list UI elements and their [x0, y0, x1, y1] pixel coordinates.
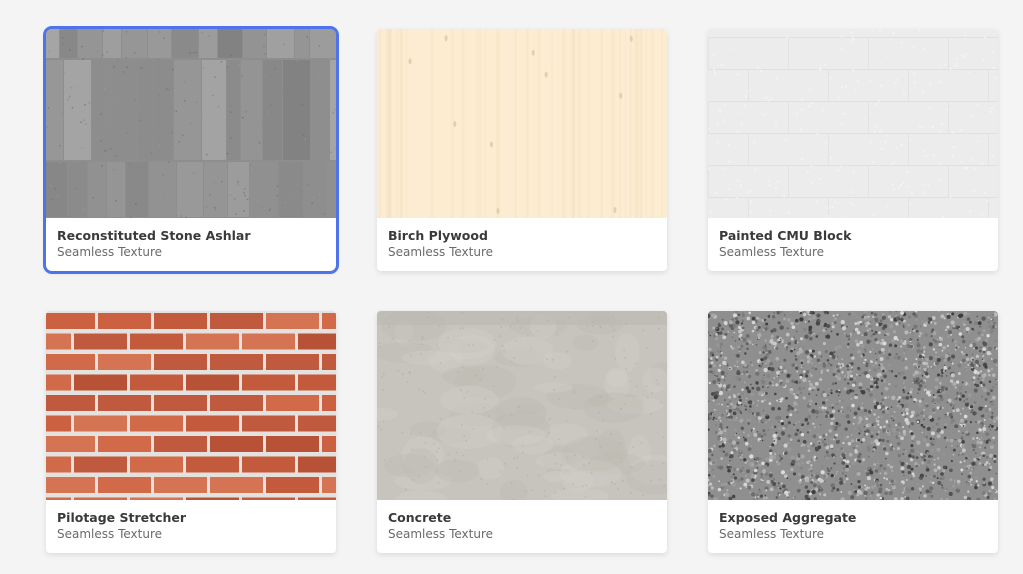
texture-thumbnail: [377, 311, 667, 500]
texture-card-birch-plywood[interactable]: Birch Plywood Seamless Texture: [377, 29, 667, 271]
texture-title: Pilotage Stretcher: [57, 510, 187, 525]
texture-subtitle: Seamless Texture: [57, 527, 163, 541]
texture-grid: Reconstituted Stone Ashlar Seamless Text…: [0, 0, 1023, 574]
texture-thumbnail: [46, 311, 336, 500]
texture-subtitle: Seamless Texture: [719, 245, 825, 259]
texture-card-aggregate[interactable]: Exposed Aggregate Seamless Texture: [708, 311, 998, 553]
texture-title: Reconstituted Stone Ashlar: [57, 228, 251, 243]
texture-thumbnail: [708, 311, 998, 500]
texture-subtitle: Seamless Texture: [388, 245, 494, 259]
texture-card-painted-cmu[interactable]: Painted CMU Block Seamless Texture: [708, 29, 998, 271]
texture-thumbnail: [377, 29, 667, 218]
texture-title: Birch Plywood: [388, 228, 488, 243]
texture-title: Exposed Aggregate: [719, 510, 857, 525]
texture-title: Painted CMU Block: [719, 228, 852, 243]
texture-card-brick[interactable]: Pilotage Stretcher Seamless Texture: [46, 311, 336, 553]
texture-card-concrete[interactable]: Concrete Seamless Texture: [377, 311, 667, 553]
texture-title: Concrete: [388, 510, 452, 525]
texture-subtitle: Seamless Texture: [388, 527, 494, 541]
texture-thumbnail: [46, 29, 336, 218]
texture-subtitle: Seamless Texture: [57, 245, 163, 259]
texture-card-stone-ashlar[interactable]: Reconstituted Stone Ashlar Seamless Text…: [43, 26, 339, 274]
texture-subtitle: Seamless Texture: [719, 527, 825, 541]
texture-thumbnail: [708, 29, 998, 218]
